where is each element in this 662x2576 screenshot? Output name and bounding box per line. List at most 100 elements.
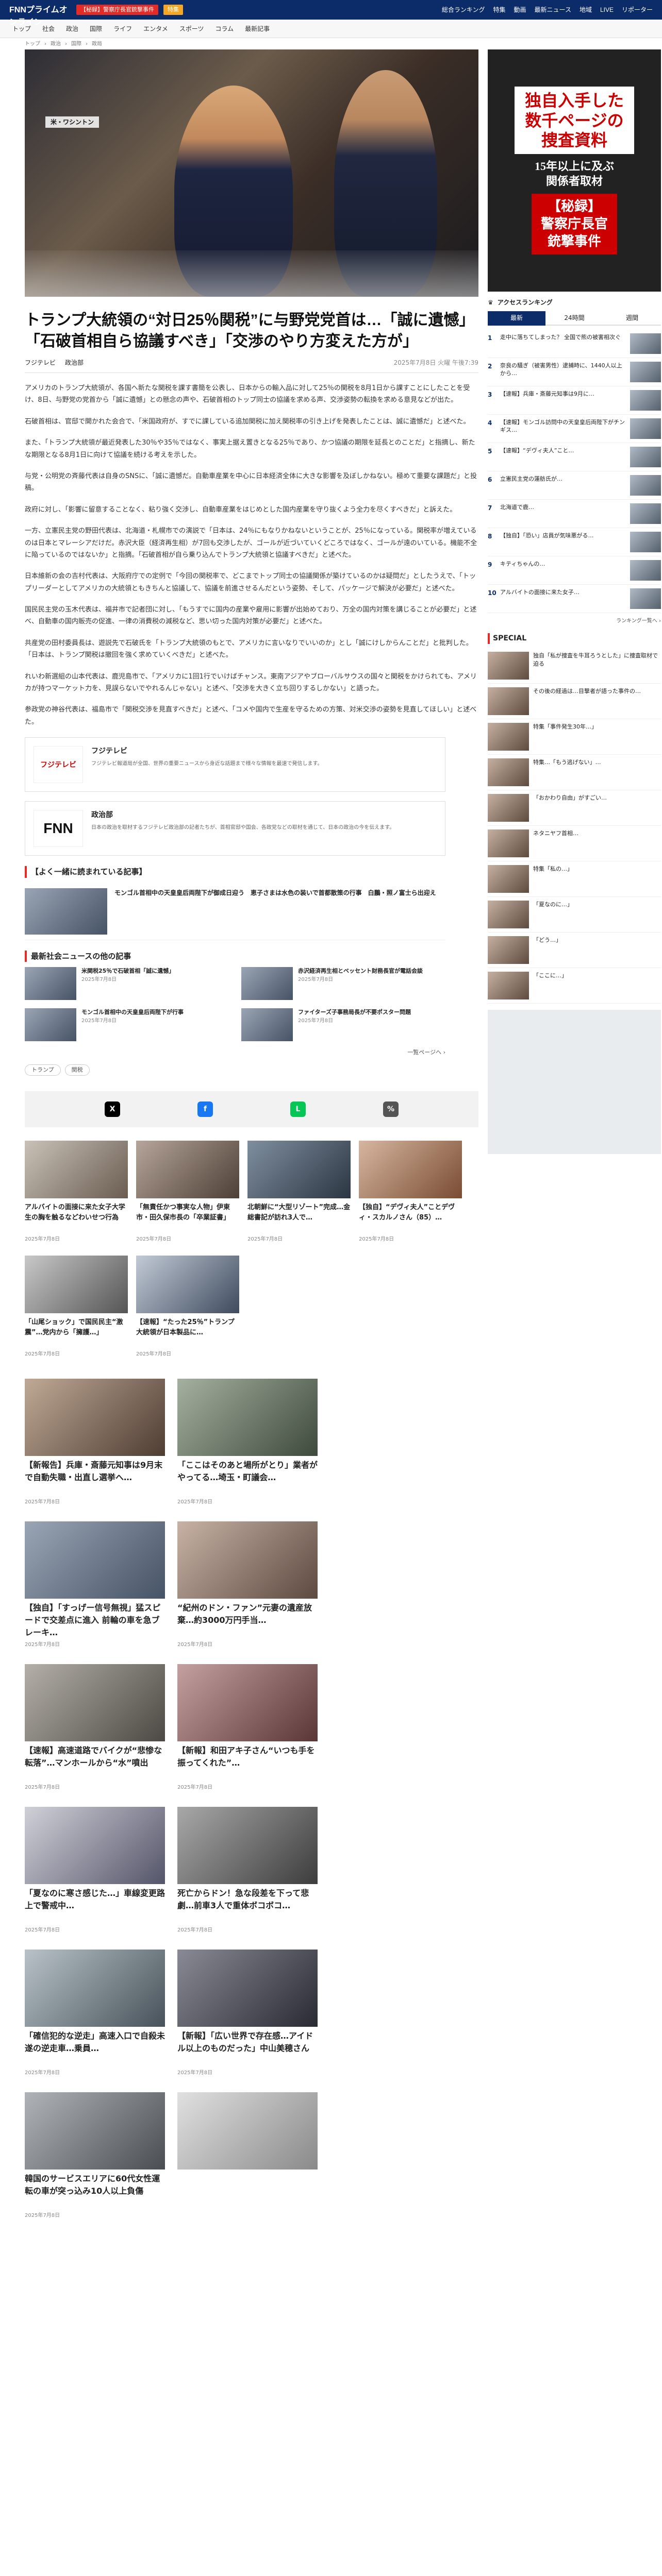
cat-international[interactable]: 国際 [90, 24, 102, 33]
recommend-card[interactable]: 【速報】“たった25％”トランプ大統領が日本製品に… 2025年7月8日 [136, 1256, 239, 1358]
link-share-icon[interactable]: % [383, 1101, 399, 1117]
nav-region[interactable]: 地域 [580, 5, 592, 14]
related-article[interactable]: モンゴル首相中の天皇皇后両陛下が御成日迎う 恵子さまは水色の装いで首都散策の行事… [25, 883, 445, 940]
ranking-item[interactable]: 3 【速報】兵庫・斎藤元知事は9月に… [488, 386, 661, 415]
latest-item[interactable]: 赤沢経済再生相とベッセント財務長官が電話会談 2025年7月8日 [241, 967, 445, 1001]
x-share-icon[interactable]: X [105, 1101, 120, 1117]
feed-card[interactable] [177, 2092, 318, 2219]
nav-feature[interactable]: 特集 [493, 5, 506, 14]
special-item[interactable]: 「おかわり自由」がすごい… [488, 790, 661, 826]
ranking-more-link[interactable]: ランキング一覧へ › [488, 617, 661, 625]
latest-date: 2025年7月8日 [81, 976, 117, 982]
more-link[interactable]: 一覧ページへ › [25, 1048, 445, 1057]
special-item[interactable]: 特集「事件発生30年…」 [488, 719, 661, 755]
ranking-list: 1 走中に落ちてしまった？ 全国で熊の被害相次ぐ 2 奈良の騒ぎ（被害男性）逮捕時に… [488, 330, 661, 613]
crumb[interactable]: トップ [25, 40, 40, 48]
ranking-item[interactable]: 6 立憲民主党の蓮舫氏が… [488, 471, 661, 500]
ranking-item[interactable]: 5 【速報】“デヴィ夫人”こと… [488, 443, 661, 471]
latest-item[interactable]: モンゴル首相中の天皇皇后両陛下が行事 2025年7月8日 [25, 1008, 229, 1042]
recommend-card[interactable]: 「無責任かつ事実な人物」伊東市・田久保市長の「卒業証書」 2025年7月8日 [136, 1141, 239, 1243]
sidebar-ad[interactable]: 独自入手した 数千ページの 捜査資料 15年以上に及ぶ 関係者取材 【秘録】 警察庁長官… [488, 49, 661, 292]
recommend-card[interactable]: 【独自】“デヴィ夫人”ことデヴィ・スカルノさん（85）… 2025年7月8日 [359, 1141, 462, 1243]
feed-card[interactable]: 【速報】高速道路でバイクが“悲惨な転落”…マンホールから“水”噴出 2025年7… [25, 1664, 165, 1791]
ranking-item[interactable]: 8 【独自】「恐い」店員が気味悪がる… [488, 528, 661, 556]
ranking-tab-24h[interactable]: 24時間 [545, 311, 603, 326]
feed-card[interactable]: 【新報】「広い世界で存在感…アイドル以上のものだった」中山美穂さん 2025年7… [177, 1950, 318, 2077]
card-date: 2025年7月8日 [247, 1236, 283, 1243]
ranking-item[interactable]: 4 【速報】モンゴル訪問中の天皇皇后両陛下がチンギス… [488, 415, 661, 443]
article-source[interactable]: フジテレビ [25, 358, 56, 367]
ranking-item[interactable]: 9 キティちゃんの… [488, 556, 661, 585]
feed-card[interactable]: 【新報告】兵庫・斎藤元知事は9月末で自動失職・出直し選挙へ… 2025年7月8日 [25, 1379, 165, 1506]
nav-live[interactable]: LIVE [600, 5, 614, 14]
ranking-tab-week[interactable]: 週間 [603, 311, 661, 326]
article-paragraph: 一方、立憲民主党の野田代表は、北海道・札幌市での演説で「日本は、24％にもなりか… [25, 527, 477, 559]
special-text: 特集…「もう逃げない」… [533, 759, 601, 766]
cat-politics[interactable]: 政治 [66, 24, 78, 33]
nav-latest[interactable]: 最新ニュース [535, 5, 571, 14]
card-title: “紀州のドン・ファン”元妻の遺産放棄…約3000万円手当… [177, 1603, 312, 1625]
nav-ranking[interactable]: 総合ランキング [442, 5, 485, 14]
card-title: 【新報】「広い世界で存在感…アイドル以上のものだった」中山美穂さん [177, 2031, 313, 2054]
special-item[interactable]: 「ここに…」 [488, 968, 661, 1004]
cat-sports[interactable]: スポーツ [179, 24, 204, 33]
feed-card[interactable]: 死亡からドン！急な段差を下って悲劇…前車3人で重体ボコボコ… 2025年7月8日 [177, 1807, 318, 1934]
crumb[interactable]: 国際 [71, 40, 81, 48]
feed-card[interactable]: 「夏なのに寒さ感じた…」車線変更路上で警戒中… 2025年7月8日 [25, 1807, 165, 1934]
feed-card[interactable]: 「ここはそのあと場所がとり」業者がやってる…埼玉・町議会… 2025年7月8日 [177, 1379, 318, 1506]
site-logo[interactable]: FNNプライムオンライン [9, 4, 71, 27]
feed-card[interactable]: 「確信犯的な逆走」高速入口で自殺未遂の逆走車…乗員… 2025年7月8日 [25, 1950, 165, 2077]
ranking-item[interactable]: 1 走中に落ちてしまった？ 全国で熊の被害相次ぐ [488, 330, 661, 358]
feed-card[interactable]: 【新報】和田アキ子さん“いつも手を振ってくれた”… 2025年7月8日 [177, 1664, 318, 1791]
source-card[interactable]: FNN 政治部 日本の政治を取材するフジテレビ政治部の記者たちが、首相官邸や国会… [25, 801, 445, 856]
tag[interactable]: 関税 [64, 1064, 90, 1076]
feed-card[interactable]: 【独自】「すっげー信号無視」猛スピードで交差点に進入 前輪の車を急ブレーキ… 2… [25, 1521, 165, 1649]
special-item[interactable]: その後の経過は…目撃者が語った事件の… [488, 684, 661, 719]
source-card[interactable]: フジテレビ フジテレビ フジテレビ報道局が全国、世界の重要ニュースから身近な話題… [25, 737, 445, 792]
cat-life[interactable]: ライフ [113, 24, 132, 33]
sidebar-ad-2[interactable] [488, 1010, 661, 1154]
special-item[interactable]: 特集「私の…」 [488, 861, 661, 897]
ranking-item[interactable]: 10 アルバイトの面接に来た女子… [488, 585, 661, 613]
special-item[interactable]: 独自「私が捜査を牛耳ろうとした」に捜査取材で迫る [488, 648, 661, 684]
special-item[interactable]: ネタニヤフ首相… [488, 826, 661, 861]
article-paragraph: 政府に対し、「影響に留意することなく、粘り強く交渉し、自動車産業をはじめとした国… [25, 505, 457, 514]
cat-entertainment[interactable]: エンタメ [143, 24, 168, 33]
article-paragraph: 石破首相は、官邸で開かれた会合で、「米国政府が、すでに課している追加関税に加え関… [25, 417, 470, 426]
rank-text: 奈良の騒ぎ（被害男性）逮捕時に、1440人以上から… [500, 362, 622, 377]
special-item[interactable]: 「夏なのに…」 [488, 897, 661, 933]
recommend-card[interactable]: アルバイトの面接に来た女子大学生の胸を触るなどわいせつ行為 2025年7月8日 [25, 1141, 128, 1243]
tag[interactable]: トランプ [25, 1064, 61, 1076]
special-thumb [488, 723, 529, 751]
card-title: アルバイトの面接に来た女子大学生の胸を触るなどわいせつ行為 [25, 1204, 125, 1222]
cat-society[interactable]: 社会 [42, 24, 55, 33]
feature-badge[interactable]: 特集 [163, 4, 183, 15]
special-item[interactable]: 特集…「もう逃げない」… [488, 755, 661, 790]
ranking-item[interactable]: 2 奈良の騒ぎ（被害男性）逮捕時に、1440人以上から… [488, 358, 661, 386]
latest-item[interactable]: ファイターズ子事務局長が不要ポスター問題 2025年7月8日 [241, 1008, 445, 1042]
cat-top[interactable]: トップ [12, 24, 31, 33]
crumb[interactable]: 政局 [92, 40, 102, 48]
ad-subline: 15年以上に及ぶ 関係者取材 [534, 160, 614, 188]
recommend-card[interactable]: 北朝鮮に“大型リゾート”完成…金総書記が訪れ3人で… 2025年7月8日 [247, 1141, 351, 1243]
article-section[interactable]: 政治部 [65, 358, 84, 367]
special-badge[interactable]: 【秘録】警察庁長官銃撃事件 [76, 4, 158, 15]
nav-reporter[interactable]: リポーター [622, 5, 653, 14]
special-item[interactable]: 「どう…」 [488, 933, 661, 968]
recommend-card[interactable]: 「山尾ショック」で国民民主“激震”…党内から「擁護…」 2025年7月8日 [25, 1256, 128, 1358]
facebook-share-icon[interactable]: f [197, 1101, 213, 1117]
nav-video[interactable]: 動画 [514, 5, 526, 14]
crumb[interactable]: 政治 [51, 40, 61, 48]
feed-card[interactable]: 韓国のサービスエリアに60代女性運転の車が突っ込み10人以上負傷 2025年7月… [25, 2092, 165, 2219]
cat-latest[interactable]: 最新記事 [245, 24, 270, 33]
tag-list: トランプ 関税 [25, 1064, 478, 1076]
card-thumb [25, 1521, 165, 1599]
feed-card[interactable]: “紀州のドン・ファン”元妻の遺産放棄…約3000万円手当… 2025年7月8日 [177, 1521, 318, 1649]
latest-item[interactable]: 米関税25％で石破首相「誠に遺憾」 2025年7月8日 [25, 967, 229, 1001]
ranking-tab-latest[interactable]: 最新 [488, 311, 545, 326]
card-date: 2025年7月8日 [25, 1351, 60, 1358]
ranking-item[interactable]: 7 北海道で鹿… [488, 500, 661, 528]
cat-column[interactable]: コラム [215, 24, 234, 33]
line-share-icon[interactable]: L [290, 1101, 306, 1117]
source-desc: フジテレビ報道局が全国、世界の重要ニュースから身近な話題まで様々な情報を最速で発… [91, 761, 323, 767]
